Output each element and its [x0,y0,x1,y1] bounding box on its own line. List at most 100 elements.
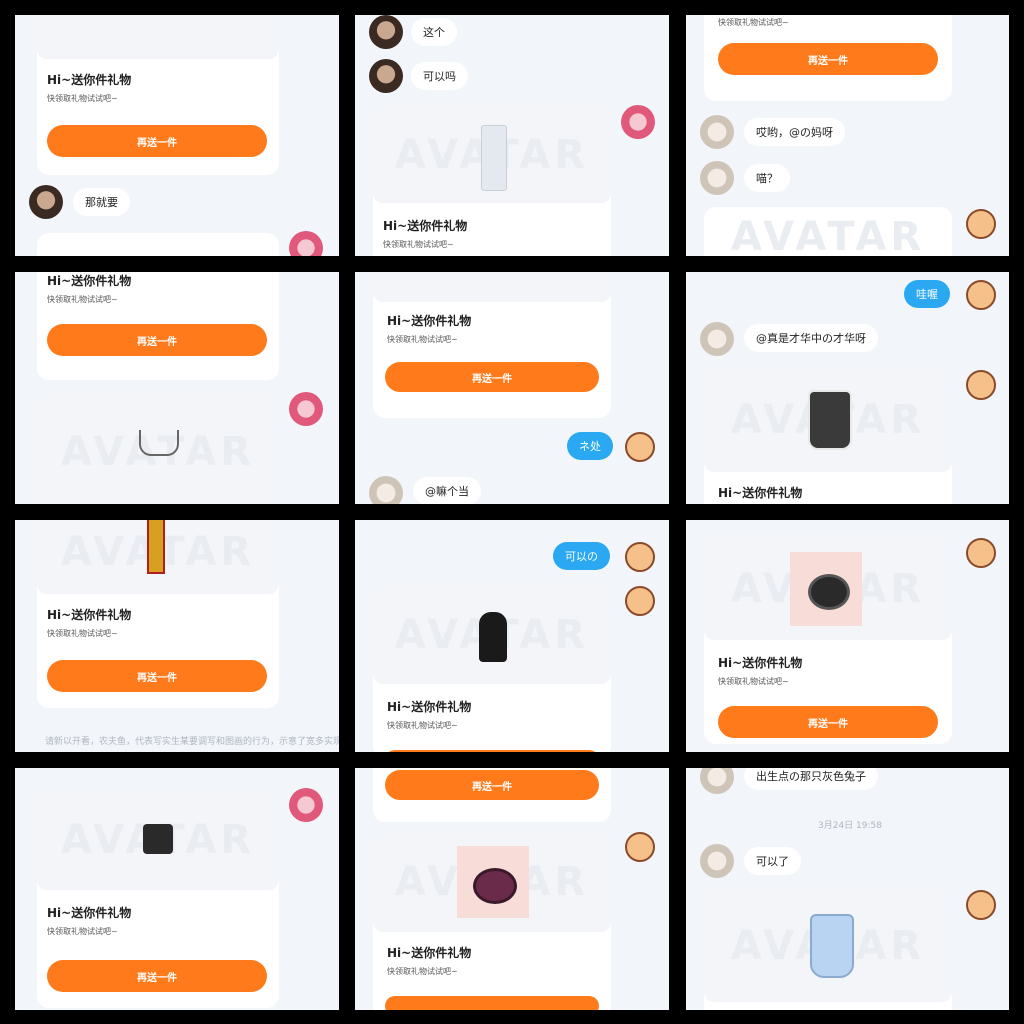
user-avatar[interactable] [29,185,63,219]
my-avatar-cat-icon[interactable] [621,538,655,572]
accessory-item-icon [139,430,179,456]
gift-title: Hi~送你件礼物 [383,219,468,233]
gift-subtitle: 快领取礼物试试吧~ [387,335,458,344]
gift-image [373,272,611,302]
system-notice: 请新以开看，农夫鱼，代表写实生某要调写和图画的行为，示意了宽多实现多行为 [45,737,339,747]
chat-bubble: @真是才华中の才华呀 [744,324,878,352]
gift-card-partial [37,233,279,256]
panel-8: 可以の AVATAR Hi~送你件礼物 快领取礼物试试吧~ [355,520,669,752]
my-chat-bubble: 可以の [553,542,610,570]
gift-title: Hi~送你件礼物 [47,73,132,87]
gift-image [37,15,279,59]
panel-12: 出生点の那只灰色兔子 3月24日 19:58 可以了 AVATAR [686,768,1009,1010]
gift-card: AVATAR Hi~送你件礼物 快领取礼物试试吧~ 再送一件 [704,538,952,744]
my-avatar-cat-icon[interactable] [962,886,996,920]
panel-7: AVATAR Hi~送你件礼物 快领取礼物试试吧~ 再送一件 请新以开看，农夫鱼… [15,520,339,752]
my-avatar-cat-icon[interactable] [962,366,996,400]
gift-title: Hi~送你件礼物 [47,274,132,288]
user-avatar[interactable] [700,844,734,878]
gift-subtitle: 快领取礼物试试吧~ [47,629,118,638]
gift-card: 再送一件 [373,768,611,822]
panel-11: 再送一件 AVATAR Hi~送你件礼物 快领取礼物试试吧~ [355,768,669,1010]
panel-9: AVATAR Hi~送你件礼物 快领取礼物试试吧~ 再送一件 [686,520,1009,752]
panel-10: AVATAR Hi~送你件礼物 快领取礼物试试吧~ 再送一件 [15,768,339,1010]
hair-item-icon [479,612,507,662]
my-avatar-cat-icon[interactable] [962,205,996,239]
my-avatar-cat-icon[interactable] [621,828,655,862]
my-avatar[interactable] [289,392,323,426]
send-another-button-partial[interactable] [385,996,599,1010]
user-avatar[interactable] [700,768,734,794]
send-another-button[interactable]: 再送一件 [718,706,938,738]
gift-card: AVATAR Hi~送你件礼物 快领取礼物试试吧~ [373,832,611,1010]
gift-subtitle: 快领取礼物试试吧~ [387,721,458,730]
send-another-button[interactable]: 再送一件 [385,362,599,392]
user-avatar[interactable] [369,15,403,49]
send-another-button[interactable]: 再送一件 [47,324,267,356]
my-avatar-cat-icon[interactable] [621,428,655,462]
gift-card: AVATAR Hi~送你件礼物 快领取礼物试试吧~ [373,586,611,752]
my-avatar[interactable] [289,788,323,822]
blue-dress-item-icon [810,914,854,978]
user-avatar[interactable] [369,59,403,93]
send-another-button[interactable]: 再送一件 [47,125,267,157]
gift-card: AVATAR Hi~送你件礼物 [704,368,952,504]
gift-image: AVATAR [704,368,952,472]
my-avatar-cat-icon[interactable] [962,534,996,568]
user-avatar[interactable] [369,476,403,504]
gift-title: Hi~送你件礼物 [387,314,472,328]
gift-image: AVATAR [704,538,952,640]
panel-6: 哇喔 @真是才华中の才华呀 AVATAR Hi~送你件礼物 [686,272,1009,504]
chat-bubble: 出生点の那只灰色兔子 [744,768,878,790]
gift-card: AVATAR [37,394,279,504]
gift-title: Hi~送你件礼物 [47,608,132,622]
user-avatar[interactable] [700,161,734,195]
gift-card: AVATAR Hi~送你件礼物 快领取礼物试试吧~ 再送一件 [37,790,279,1008]
pants-item-icon [481,125,507,191]
gift-title: Hi~送你件礼物 [718,656,803,670]
gift-title: Hi~送你件礼物 [387,946,472,960]
my-avatar-cat-icon[interactable] [962,276,996,310]
panel-2: 这个 可以吗 AVATAR Hi~送你件礼物 快领取礼物试试吧~ [355,15,669,256]
gift-image: AVATAR [373,586,611,684]
chat-bubble: 可以了 [744,847,801,875]
send-another-button[interactable]: 再送一件 [47,660,267,692]
panel-1: Hi~送你件礼物 快领取礼物试试吧~ 再送一件 那就要 [15,15,339,256]
send-another-button-partial[interactable] [385,750,599,752]
gift-card: Hi~送你件礼物 快领取礼物试试吧~ 再送一件 [37,15,279,175]
gift-image: AVATAR [37,394,279,504]
my-avatar[interactable] [621,105,655,139]
panel-4: Hi~送你件礼物 快领取礼物试试吧~ 再送一件 AVATAR [15,272,339,504]
gift-subtitle: 快领取礼物试试吧~ [387,967,458,976]
gift-card: 快领取礼物试试吧~ 再送一件 [704,15,952,101]
gift-card: AVATAR Hi~送你件礼物 快领取礼物试试吧~ [373,107,611,256]
gift-card: AVATAR [704,890,952,1010]
my-chat-bubble: ネ处 [567,432,613,460]
eye-item-icon [790,552,862,626]
panel-3: 快领取礼物试试吧~ 再送一件 哎哟，@の妈呀 喵？ AVATAR [686,15,1009,256]
my-chat-bubble: 哇喔 [904,280,950,308]
send-another-button[interactable]: 再送一件 [718,43,938,75]
my-avatar-cat-icon[interactable] [621,582,655,616]
gift-subtitle: 快领取礼物试试吧~ [383,240,454,249]
user-avatar[interactable] [700,322,734,356]
chat-bubble: 哎哟，@の妈呀 [744,118,845,146]
jacket-item-icon [143,824,173,854]
gift-title: Hi~送你件礼物 [718,486,803,500]
gift-title: Hi~送你件礼物 [387,700,472,714]
watermark: AVATAR [730,214,926,256]
send-another-button[interactable]: 再送一件 [385,770,599,800]
timestamp: 3月24日 19:58 [818,821,882,831]
chat-bubble: 可以吗 [411,62,468,90]
dress-item-icon [808,390,852,450]
gift-image: AVATAR [373,107,611,203]
send-another-button[interactable]: 再送一件 [47,960,267,992]
user-avatar[interactable] [700,115,734,149]
gift-image: AVATAR [373,832,611,932]
gift-card: Hi~送你件礼物 快领取礼物试试吧~ 再送一件 [37,272,279,380]
gift-subtitle: 快领取礼物试试吧~ [47,94,118,103]
my-avatar[interactable] [289,231,323,256]
chat-bubble: 那就要 [73,188,130,216]
gift-image: AVATAR [37,520,279,594]
panel-5: Hi~送你件礼物 快领取礼物试试吧~ 再送一件 ネ处 @嘛个当 [355,272,669,504]
